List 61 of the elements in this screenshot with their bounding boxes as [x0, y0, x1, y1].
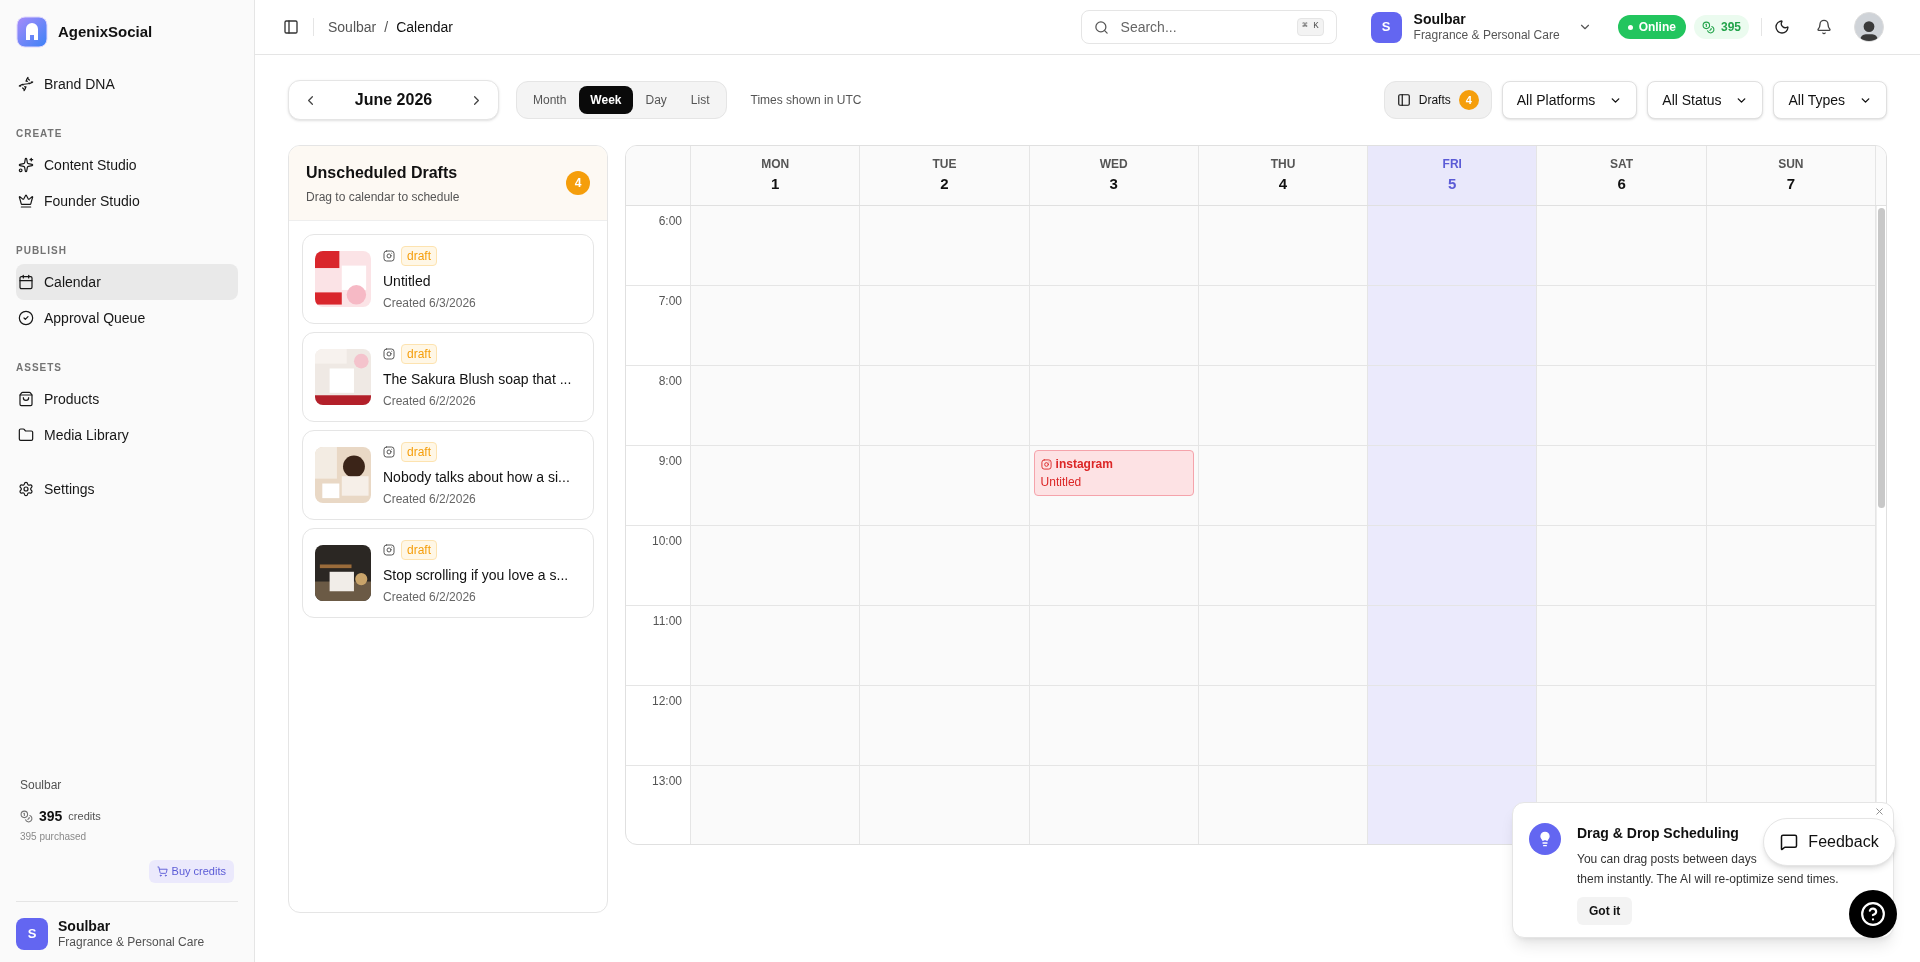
draft-date: Created 6/2/2026	[383, 491, 477, 508]
weekday-label: SUN	[1778, 156, 1804, 174]
draft-date: Created 6/2/2026	[383, 393, 477, 410]
hour-label: 11:00	[652, 614, 682, 628]
draft-date: Created 6/2/2026	[383, 589, 477, 606]
account-avatar: S	[1370, 11, 1402, 43]
weekday-label: WED	[1099, 156, 1128, 174]
brand-name: AgenixSocial	[58, 21, 153, 42]
account-name: Soulbar	[1413, 10, 1466, 29]
hour-label: 8:00	[658, 374, 682, 388]
credits-label: credits	[68, 808, 101, 824]
draft-count: 4	[566, 171, 590, 195]
hour-label: 7:00	[658, 294, 682, 308]
credit-count: 395	[39, 806, 63, 826]
weekday-label: THU	[1270, 156, 1296, 174]
status-tag: draft	[401, 540, 437, 560]
event-title: Untitled	[1040, 474, 1083, 491]
section-heading: CREATE	[16, 127, 64, 141]
purchased-note: 395 purchased	[19, 829, 88, 844]
status-tag: draft	[401, 344, 437, 364]
panel-subtitle: Drag to calendar to schedule	[306, 188, 460, 206]
weekday-label: MON	[761, 156, 790, 174]
shortcut-hint: ⌘ K	[1297, 18, 1324, 36]
section-heading: ASSETS	[16, 361, 63, 375]
hour-label: 6:00	[658, 214, 682, 228]
panel-title: Unscheduled Drafts	[306, 162, 459, 183]
profile-subtitle: Fragrance & Personal Care	[58, 935, 205, 950]
hour-label: 9:00	[658, 454, 682, 468]
section-heading: PUBLISH	[16, 244, 68, 258]
weekday-label: TUE	[932, 156, 957, 174]
status-tag: draft	[401, 246, 437, 266]
weekday-label: SAT	[1610, 156, 1634, 174]
drafts-count: 4	[1458, 90, 1479, 110]
hour-label: 10:00	[651, 534, 682, 548]
draft-title: The Sakura Blush soap that ...	[383, 370, 572, 389]
workspace-name: Soulbar	[19, 776, 63, 794]
workspace-avatar: S	[16, 917, 48, 950]
draft-title: Nobody talks about how a si...	[383, 468, 570, 487]
breadcrumb-item: /	[384, 17, 389, 37]
event-platform: instagram	[1055, 456, 1113, 473]
hour-label: 13:00	[651, 774, 682, 788]
status-tag: draft	[401, 442, 437, 462]
day-number: 2	[940, 174, 949, 195]
account-subtitle: Fragrance & Personal Care	[1413, 28, 1560, 44]
day-number: 5	[1448, 174, 1457, 195]
day-number: 1	[770, 174, 780, 195]
draft-title: Untitled	[383, 272, 432, 291]
day-number: 3	[1109, 174, 1118, 195]
credits-pill: 395	[1693, 15, 1749, 39]
profile-name: Soulbar	[58, 917, 112, 935]
weekday-label: FRI	[1442, 156, 1462, 174]
draft-title: Stop scrolling if you love a s...	[383, 566, 569, 585]
timezone-note: Times shown in UTC	[750, 92, 862, 109]
hour-label: 12:00	[651, 694, 682, 708]
day-number: 6	[1617, 174, 1626, 195]
online-status: Online	[1617, 15, 1686, 39]
draft-date: Created 6/3/2026	[383, 295, 476, 312]
tip-title: Drag & Drop Scheduling	[1577, 824, 1739, 843]
month-label: June 2026	[354, 90, 433, 110]
day-number: 4	[1278, 174, 1288, 195]
day-number: 7	[1786, 174, 1795, 195]
